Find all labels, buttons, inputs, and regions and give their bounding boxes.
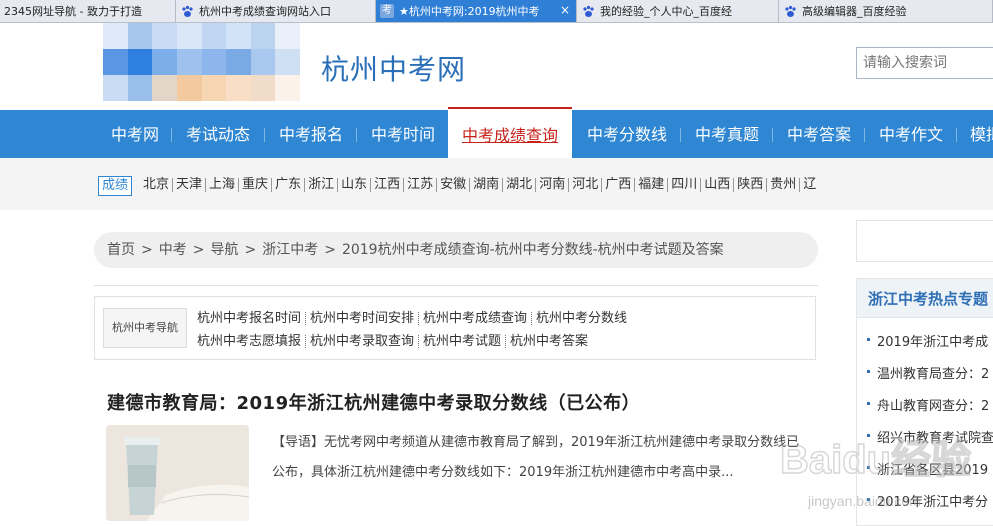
nav-item-answers[interactable]: 中考答案 <box>787 110 851 158</box>
main-nav: 中考网 考试动态 中考报名 中考时间 中考成绩查询 中考分数线 中考真题 中考答… <box>0 107 993 158</box>
sidebar-heading: 浙江中考热点专题 <box>868 290 989 308</box>
close-tab-icon[interactable]: × <box>558 3 572 17</box>
breadcrumb-link[interactable]: 中考 <box>159 242 187 258</box>
tab-label: 2345网址导航 - 致力于打造 <box>4 5 142 18</box>
subnav-link[interactable]: 杭州中考答案 <box>508 335 592 348</box>
breadcrumb: 首页 > 中考 > 导航 > 浙江中考 >2019杭州中考成绩查询-杭州中考分数线-杭州中考试… <box>94 232 818 268</box>
tab-label: 杭州中考成绩查询网站入口 <box>199 5 331 18</box>
region-list: 北京 天津 上海 重庆 广东 浙江 山东 江西 江苏 安徽 湖南 湖北 河南 河北 广西 福建 四川 山西 陕西 贵州… <box>140 176 819 194</box>
breadcrumb-separator: > <box>244 242 257 258</box>
region-link[interactable]: 上海 <box>206 178 240 192</box>
tab-label: 高级编辑器_百度经验 <box>802 5 907 18</box>
sidebar-link[interactable]: 2019年浙江中考分 <box>867 491 993 523</box>
region-link[interactable]: 山东 <box>338 178 372 192</box>
subnav-label: 杭州中考导航 <box>103 308 187 348</box>
site-logo[interactable] <box>103 23 300 101</box>
region-link[interactable]: 北京 <box>140 178 174 192</box>
sidebar-link[interactable]: 绍兴市教育考试院查 <box>867 427 993 459</box>
nav-item-cutoff-score[interactable]: 中考分数线 <box>587 110 667 158</box>
subnav-link[interactable]: 杭州中考时间安排 <box>308 312 420 325</box>
subnav-link[interactable]: 杭州中考录取查询 <box>308 335 420 348</box>
article-title[interactable]: 建德市教育局：2019年浙江杭州建德中考录取分数线（已公布） <box>107 389 640 415</box>
nav-item-registration[interactable]: 中考报名 <box>279 110 343 158</box>
sidebar-link[interactable]: 2019年浙江中考成 <box>867 331 993 363</box>
sidebar-link[interactable]: 舟山教育网查分：2 <box>867 395 993 427</box>
nav-item-essays[interactable]: 中考作文 <box>879 110 943 158</box>
browser-tab[interactable]: 高级编辑器_百度经验 <box>779 0 993 22</box>
subnav-link[interactable]: 杭州中考报名时间 <box>195 312 307 325</box>
nav-item-mock[interactable]: 模拟 <box>970 110 993 158</box>
nav-item-exam-news[interactable]: 考试动态 <box>186 110 250 158</box>
browser-tab[interactable]: 我的经验_个人中心_百度经 <box>577 0 779 22</box>
sidebar-ad-box <box>856 220 993 262</box>
nav-item-past-papers[interactable]: 中考真题 <box>695 110 759 158</box>
browser-tab-active[interactable]: 考 ★杭州中考网:2019杭州中考 × <box>376 0 577 22</box>
region-link[interactable]: 四川 <box>668 178 702 192</box>
exam-subnav: 杭州中考导航 杭州中考报名时间 杭州中考时间安排 杭州中考成绩查询 杭州中考分数线 杭… <box>94 296 816 360</box>
baidu-paw-icon <box>783 4 797 18</box>
article-summary: 【导语】无忧考网中考频道从建德市教育局了解到，2019年浙江杭州建德中考录取分数… <box>272 435 800 480</box>
region-link[interactable]: 河南 <box>536 178 570 192</box>
score-badge: 成绩 <box>98 176 133 196</box>
breadcrumb-current[interactable]: 2019杭州中考成绩查询-杭州中考分数线-杭州中考试题及答案 <box>342 242 724 258</box>
region-link[interactable]: 重庆 <box>239 178 273 192</box>
nav-item-exam-time[interactable]: 中考时间 <box>371 110 435 158</box>
region-link[interactable]: 广东 <box>272 178 306 192</box>
tab-label: 我的经验_个人中心_百度经 <box>600 5 732 18</box>
breadcrumb-separator: > <box>192 242 205 258</box>
breadcrumb-link[interactable]: 首页 <box>107 242 135 258</box>
subnav-link[interactable]: 杭州中考试题 <box>421 335 507 348</box>
browser-tab[interactable]: 杭州中考成绩查询网站入口 <box>176 0 376 22</box>
subnav-link[interactable]: 杭州中考志愿填报 <box>195 335 307 348</box>
region-link[interactable]: 河北 <box>569 178 603 192</box>
region-link[interactable]: 陕西 <box>734 178 768 192</box>
breadcrumb-separator: > <box>141 242 153 258</box>
region-link[interactable]: 湖北 <box>503 178 537 192</box>
region-link[interactable]: 贵州 <box>767 178 801 192</box>
zhongkao-icon: 考 <box>380 4 394 18</box>
sidebar-link[interactable]: 温州教育局查分：2 <box>867 363 993 395</box>
region-link[interactable]: 山西 <box>701 178 735 192</box>
breadcrumb-link[interactable]: 浙江中考 <box>262 242 318 258</box>
subnav-link[interactable]: 杭州中考成绩查询 <box>421 312 533 325</box>
region-link[interactable]: 辽 <box>800 178 819 192</box>
region-link[interactable]: 广西 <box>602 178 636 192</box>
nav-item-score-query[interactable]: 中考成绩查询 <box>448 107 573 158</box>
region-link[interactable]: 天津 <box>173 178 207 192</box>
browser-tab-strip: 2345网址导航 - 致力于打造 杭州中考成绩查询网站入口 考 ★杭州中考网:2… <box>0 0 993 23</box>
sidebar-heading-bar: 浙江中考热点专题 <box>857 279 993 318</box>
breadcrumb-separator: > <box>324 242 336 258</box>
tab-label: ★杭州中考网:2019杭州中考 <box>399 5 540 18</box>
sidebar-list: 2019年浙江中考成 温州教育局查分：2 舟山教育网查分：2 绍兴市教育考试院查… <box>867 331 993 523</box>
baidu-paw-icon <box>180 4 194 18</box>
site-title[interactable]: 杭州中考网 <box>321 48 466 88</box>
sidebar-link[interactable]: 浙江省各区县2019 <box>867 459 993 491</box>
region-link[interactable]: 福建 <box>635 178 669 192</box>
sidebar-hot-topics: 浙江中考热点专题 2019年浙江中考成 温州教育局查分：2 舟山教育网查分：2 … <box>856 278 993 526</box>
baidu-paw-icon <box>581 4 595 18</box>
search-input[interactable] <box>856 47 993 79</box>
browser-tab[interactable]: 2345网址导航 - 致力于打造 <box>0 0 176 22</box>
subnav-link[interactable]: 杭州中考分数线 <box>534 312 631 325</box>
region-link[interactable]: 安徽 <box>437 178 471 192</box>
region-bar: 成绩 北京 天津 上海 重庆 广东 浙江 山东 江西 江苏 安徽 湖南 湖北 河南 河北 广西 福建 四川 山西陕… <box>0 158 993 210</box>
divider <box>94 285 818 286</box>
nav-item-home[interactable]: 中考网 <box>111 110 159 158</box>
breadcrumb-link[interactable]: 导航 <box>210 242 238 258</box>
subnav-links: 杭州中考报名时间 杭州中考时间安排 杭州中考成绩查询 杭州中考分数线 杭州中考志愿填报… <box>195 307 795 353</box>
region-link[interactable]: 江苏 <box>404 178 438 192</box>
region-link[interactable]: 浙江 <box>305 178 339 192</box>
region-link[interactable]: 江西 <box>371 178 405 192</box>
region-link[interactable]: 湖南 <box>470 178 504 192</box>
article-thumbnail[interactable] <box>106 425 249 521</box>
